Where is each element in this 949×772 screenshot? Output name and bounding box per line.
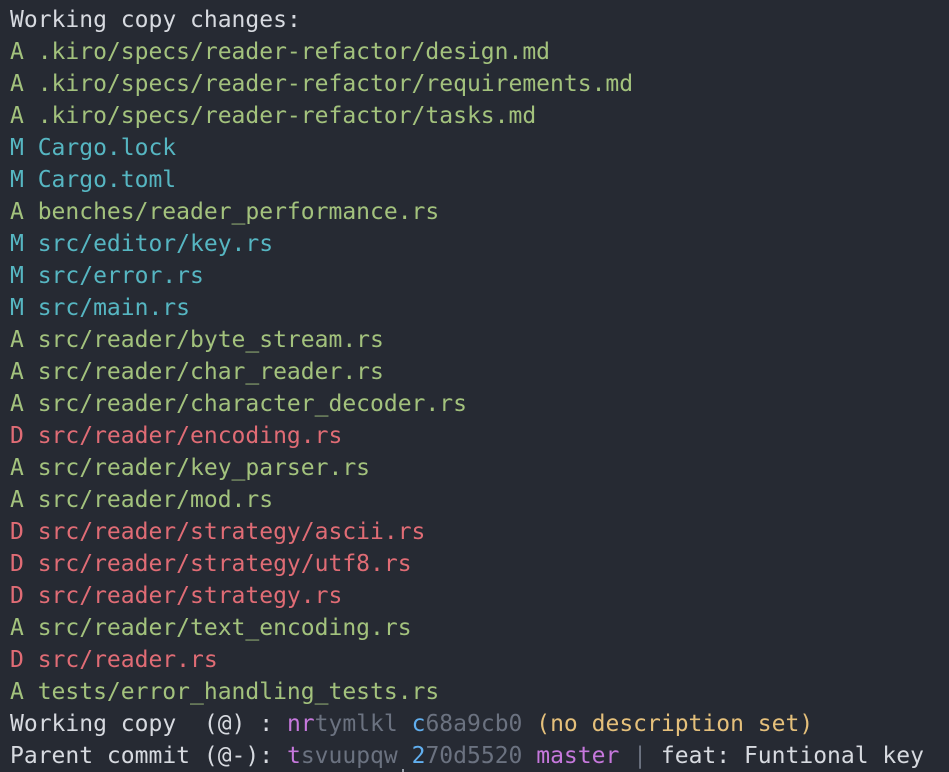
change-path: benches/reader_performance.rs xyxy=(37,199,440,225)
parent-divider: | xyxy=(633,743,648,769)
change-status: A xyxy=(10,679,24,705)
working-copy-change-id-rest: tymlkl xyxy=(314,711,398,737)
change-row: A tests/error_handling_tests.rs xyxy=(10,676,949,708)
change-path: src/reader/text_encoding.rs xyxy=(37,615,412,641)
change-row: M src/main.rs xyxy=(10,292,949,324)
change-path: .kiro/specs/reader-refactor/tasks.md xyxy=(37,103,537,129)
change-row: A .kiro/specs/reader-refactor/requiremen… xyxy=(10,68,949,100)
change-status: D xyxy=(10,423,24,449)
working-copy-commit-hash-prefix: c xyxy=(411,711,426,737)
change-row: A src/reader/text_encoding.rs xyxy=(10,612,949,644)
change-status: M xyxy=(10,295,24,321)
terminal-window: Working copy changes: A .kiro/specs/read… xyxy=(0,0,949,772)
change-row: A .kiro/specs/reader-refactor/design.md xyxy=(10,36,949,68)
change-status: M xyxy=(10,167,24,193)
change-status: M xyxy=(10,263,24,289)
change-path: src/reader.rs xyxy=(37,647,218,673)
change-path: Cargo.toml xyxy=(37,167,177,193)
change-status: M xyxy=(10,135,24,161)
change-row: A benches/reader_performance.rs xyxy=(10,196,949,228)
change-row: D src/reader/encoding.rs xyxy=(10,420,949,452)
change-status: A xyxy=(10,455,24,481)
parent-commit-description: feat: Funtional key xyxy=(660,743,924,769)
parent-commit-label: Parent commit (@-): xyxy=(10,743,287,769)
change-path: src/main.rs xyxy=(37,295,191,321)
change-status: A xyxy=(10,71,24,97)
change-status: A xyxy=(10,615,24,641)
change-status: A xyxy=(10,359,24,385)
change-row: A src/reader/character_decoder.rs xyxy=(10,388,949,420)
change-row: A .kiro/specs/reader-refactor/tasks.md xyxy=(10,100,949,132)
working-copy-change-id-prefix: nr xyxy=(286,711,315,737)
change-status: A xyxy=(10,391,24,417)
change-status: D xyxy=(10,551,24,577)
change-row: A src/reader/mod.rs xyxy=(10,484,949,516)
parent-bookmark: master xyxy=(536,743,620,769)
change-status: D xyxy=(10,519,24,545)
change-row: A src/reader/char_reader.rs xyxy=(10,356,949,388)
change-row: D src/reader/strategy/ascii.rs xyxy=(10,516,949,548)
change-row: M src/error.rs xyxy=(10,260,949,292)
change-path: src/reader/strategy/utf8.rs xyxy=(37,551,412,577)
change-path: src/reader/strategy.rs xyxy=(37,583,343,609)
change-path: tests/error_handling_tests.rs xyxy=(37,679,440,705)
change-path: src/reader/char_reader.rs xyxy=(37,359,384,385)
working-copy-commit-hash-rest: 68a9cb0 xyxy=(425,711,523,737)
working-copy-description: (no description set) xyxy=(536,711,814,737)
change-path: src/error.rs xyxy=(37,263,204,289)
change-path: src/reader/character_decoder.rs xyxy=(37,391,467,417)
change-row: M Cargo.lock xyxy=(10,132,949,164)
change-path: src/reader/byte_stream.rs xyxy=(37,327,384,353)
change-row: M Cargo.toml xyxy=(10,164,949,196)
change-status: A xyxy=(10,39,24,65)
changes-heading: Working copy changes: xyxy=(10,7,301,33)
change-status: D xyxy=(10,647,24,673)
change-path: src/reader/mod.rs xyxy=(37,487,274,513)
change-path: Cargo.lock xyxy=(37,135,177,161)
parent-change-id-prefix: t xyxy=(286,743,301,769)
change-row: M src/editor/key.rs xyxy=(10,228,949,260)
change-row: A src/reader/key_parser.rs xyxy=(10,452,949,484)
change-path: src/reader/strategy/ascii.rs xyxy=(37,519,426,545)
change-row: D src/reader/strategy.rs xyxy=(10,580,949,612)
change-status: A xyxy=(10,327,24,353)
change-path: .kiro/specs/reader-refactor/requirements… xyxy=(37,71,634,97)
change-path: src/reader/key_parser.rs xyxy=(37,455,371,481)
change-row: D src/reader.rs xyxy=(10,644,949,676)
change-path: src/editor/key.rs xyxy=(37,231,274,257)
change-row: A src/reader/byte_stream.rs xyxy=(10,324,949,356)
change-status: A xyxy=(10,103,24,129)
parent-commit-hash-rest: 70d5520 xyxy=(425,743,523,769)
change-status: M xyxy=(10,231,24,257)
working-copy-line: Working copy (@) : nrtymlkl c68a9cb0 (no… xyxy=(10,708,949,740)
working-copy-label: Working copy (@) : xyxy=(10,711,287,737)
change-row: D src/reader/strategy/utf8.rs xyxy=(10,548,949,580)
parent-commit-hash-prefix: 2 xyxy=(411,743,426,769)
change-status: D xyxy=(10,583,24,609)
change-path: src/reader/encoding.rs xyxy=(37,423,343,449)
change-status: A xyxy=(10,199,24,225)
change-path: .kiro/specs/reader-refactor/design.md xyxy=(37,39,551,65)
change-list: A .kiro/specs/reader-refactor/design.md A… xyxy=(10,36,949,708)
change-status: A xyxy=(10,487,24,513)
parent-commit-line: Parent commit (@-): tsvuupqw 270d5520 ma… xyxy=(10,740,949,772)
parent-change-id-rest: svuupqw xyxy=(300,743,398,769)
